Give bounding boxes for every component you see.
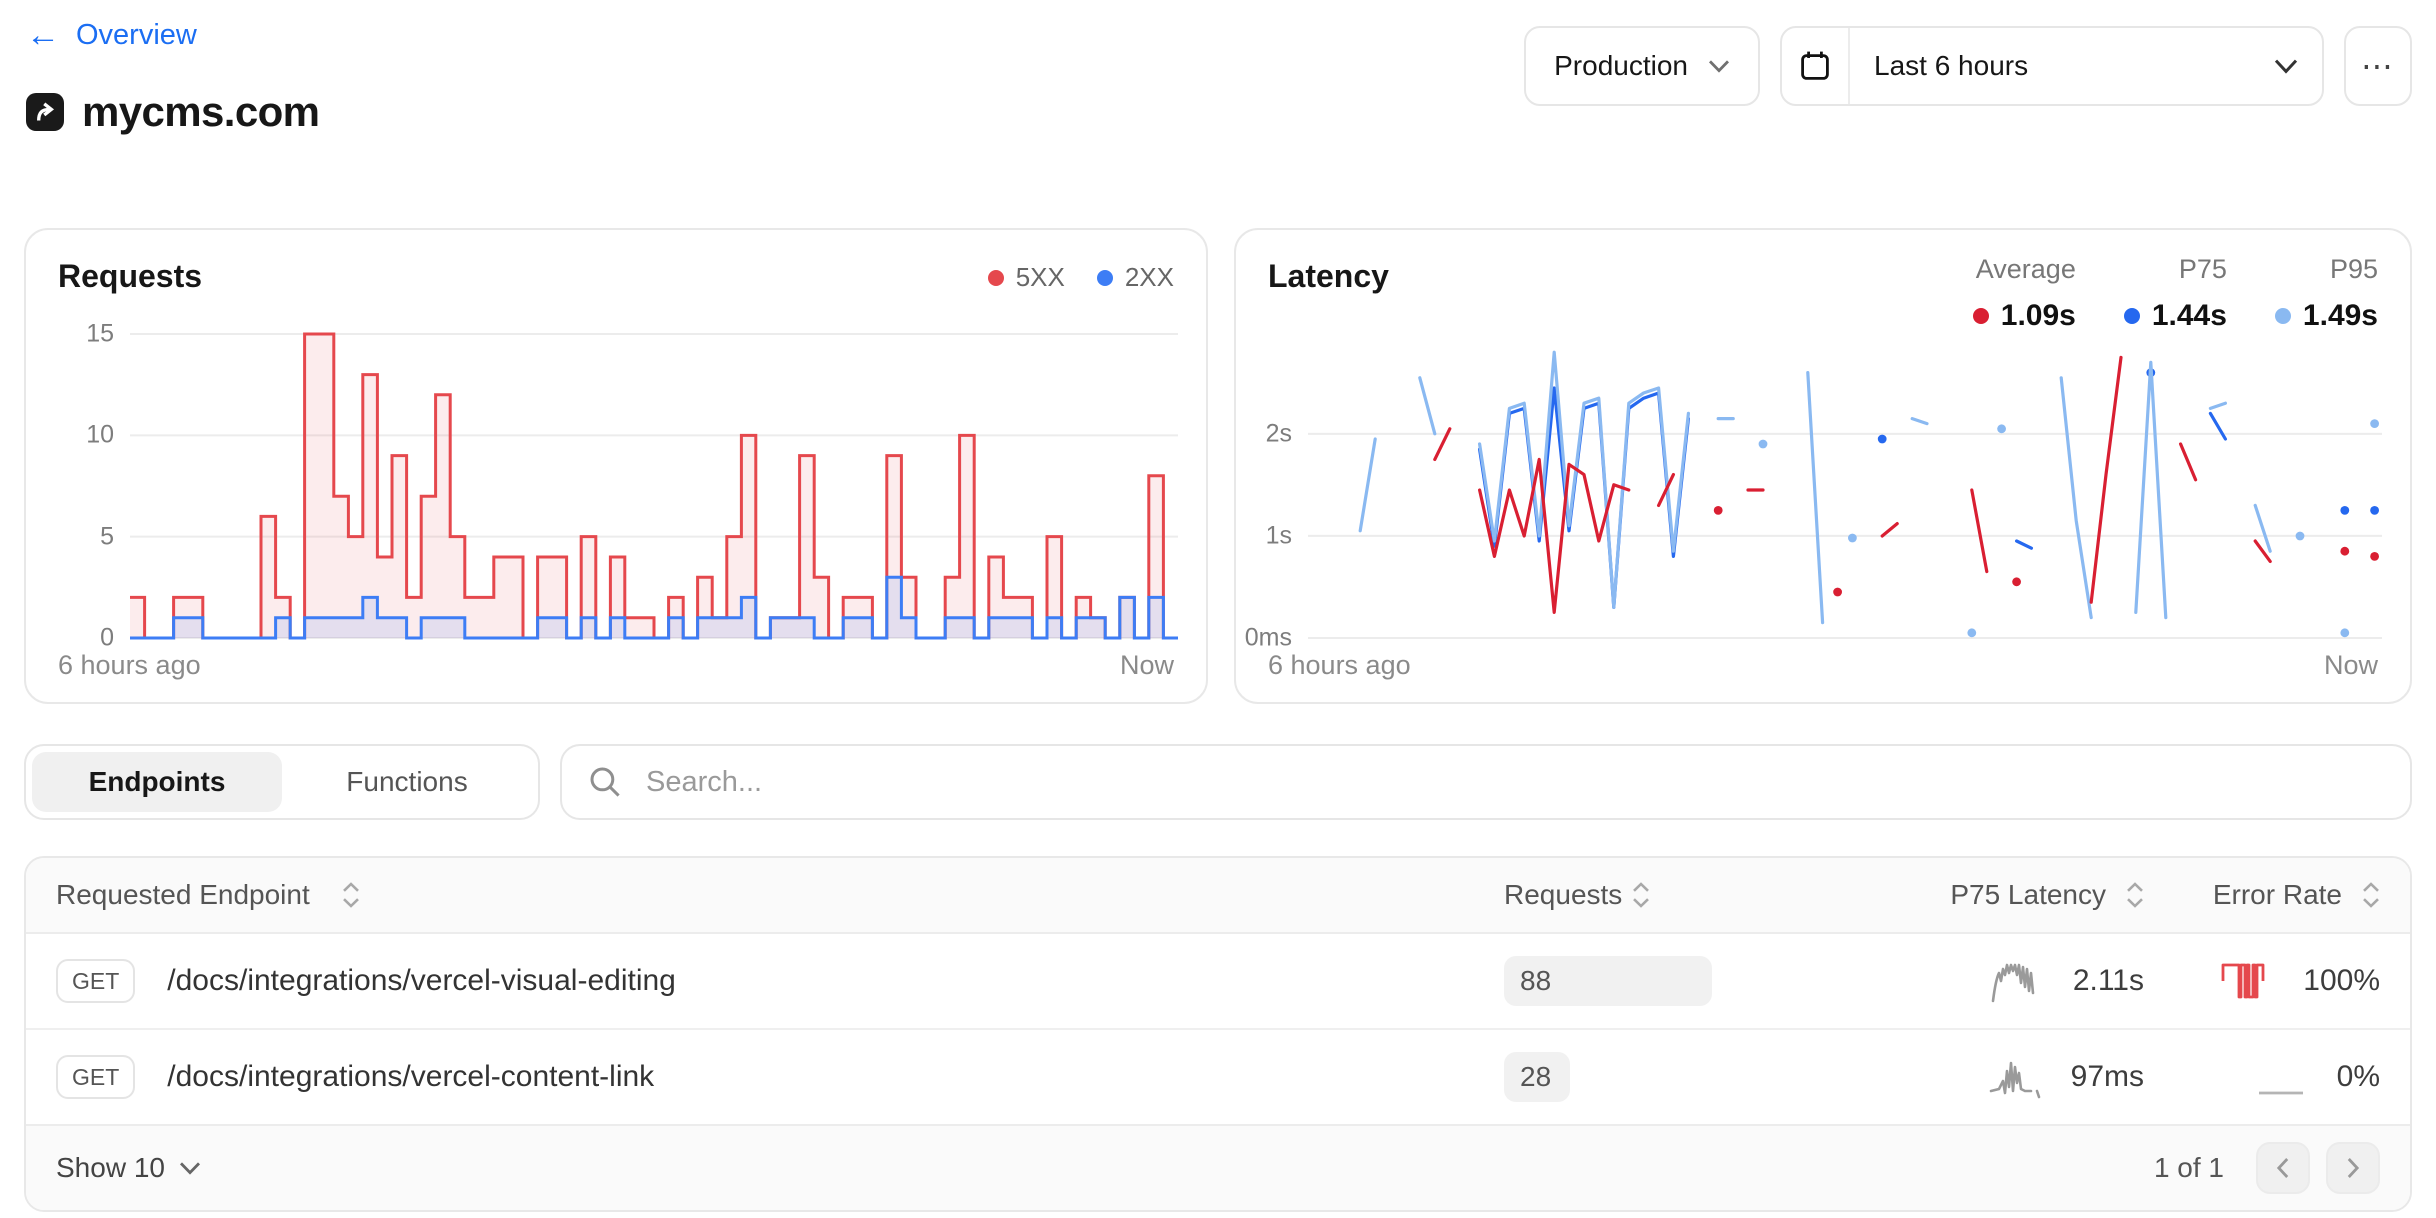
time-range-label: Last 6 hours (1874, 50, 2028, 82)
y-axis-tick-label: 1s (1266, 521, 1308, 550)
legend-dot-icon (988, 270, 1004, 286)
pagination: 1 of 1 (2154, 1142, 2380, 1194)
y-axis-tick-label: 2s (1266, 419, 1308, 448)
arrow-left-icon: ← (26, 18, 60, 52)
requests-x-axis: 6 hours ago Now (58, 650, 1174, 681)
view-tabs: Endpoints Functions (24, 744, 540, 820)
back-link-label: Overview (76, 19, 197, 52)
legend-label: 5XX (1016, 262, 1065, 293)
error-rate-value: 0% (2337, 1060, 2380, 1094)
sort-icon (2126, 882, 2144, 908)
sort-icon (2362, 882, 2380, 908)
requests-count-bar: 88 (1504, 956, 1712, 1006)
environment-label: Production (1554, 50, 1688, 82)
page-title: mycms.com (82, 88, 319, 136)
legend-label: 2XX (1125, 262, 1174, 293)
requests-plot[interactable]: 051015 (130, 326, 1178, 642)
environment-select[interactable]: Production (1524, 26, 1760, 106)
legend-header: Average (1973, 254, 2076, 285)
page-size-select[interactable]: Show 10 (56, 1152, 201, 1184)
x-axis-start-label: 6 hours ago (1268, 650, 1411, 681)
legend-header: P75 (2124, 254, 2227, 285)
column-label: P75 Latency (1950, 879, 2106, 911)
endpoint-path: /docs/integrations/vercel-content-link (167, 1060, 654, 1094)
y-axis-tick-label: 0ms (1245, 624, 1308, 653)
latency-x-axis: 6 hours ago Now (1268, 650, 2378, 681)
search-icon (588, 765, 622, 799)
table-row[interactable]: GET /docs/integrations/vercel-content-li… (26, 1030, 2410, 1124)
legend-item: 5XX (988, 262, 1065, 293)
column-header-error-rate[interactable]: Error Rate (2144, 879, 2380, 911)
back-link[interactable]: ← Overview (26, 18, 197, 52)
legend-dot-icon (2124, 308, 2140, 324)
table-row[interactable]: GET /docs/integrations/vercel-visual-edi… (26, 934, 2410, 1030)
chevron-down-icon (2274, 58, 2298, 74)
legend-item: 2XX (1097, 262, 1174, 293)
legend-dot-icon (2275, 308, 2291, 324)
p75-latency-value: 2.11s (2073, 964, 2144, 998)
chevron-left-icon (2276, 1157, 2290, 1179)
page-title-row: mycms.com (26, 88, 319, 136)
error-rate-value: 100% (2303, 964, 2380, 998)
table-body: GET /docs/integrations/vercel-visual-edi… (26, 934, 2410, 1124)
latency-sparkline (1983, 1053, 2051, 1101)
calendar-icon (1799, 50, 1831, 82)
search-box[interactable] (560, 744, 2412, 820)
error-rate-sparkline (2249, 1053, 2317, 1101)
latency-chart-title: Latency (1268, 258, 1389, 295)
column-label: Requests (1504, 879, 1622, 911)
legend-dot-icon (1097, 270, 1113, 286)
column-header-requests[interactable]: Requests (1504, 879, 1844, 911)
sort-icon (1632, 882, 1650, 908)
search-input[interactable] (642, 764, 2384, 801)
table-footer: Show 10 1 of 1 (26, 1124, 2410, 1210)
time-range-select[interactable]: Last 6 hours (1780, 26, 2324, 106)
latency-sparkline (1985, 957, 2053, 1005)
more-icon: ⋯ (2361, 47, 2395, 85)
chevron-down-icon (179, 1161, 201, 1175)
sort-icon (342, 882, 360, 908)
y-axis-tick-label: 5 (100, 522, 130, 551)
method-badge: GET (56, 959, 135, 1003)
next-page-button[interactable] (2326, 1142, 2380, 1194)
latency-plot[interactable]: 0ms1s2s (1308, 326, 2382, 642)
tab-endpoints[interactable]: Endpoints (32, 752, 282, 812)
x-axis-end-label: Now (1120, 650, 1174, 681)
x-axis-start-label: 6 hours ago (58, 650, 201, 681)
site-favicon-icon (26, 93, 64, 131)
method-badge: GET (56, 1055, 135, 1099)
latency-chart-card: Latency AverageP75P951.09s1.44s1.49s 0ms… (1234, 228, 2412, 704)
column-header-p75-latency[interactable]: P75 Latency (1844, 879, 2144, 911)
chevron-down-icon (1708, 59, 1730, 73)
column-header-endpoint[interactable]: Requested Endpoint (56, 879, 1504, 911)
observability-page: ← Overview mycms.com Production (0, 0, 2436, 1218)
more-options-button[interactable]: ⋯ (2344, 26, 2412, 106)
y-axis-tick-label: 10 (86, 421, 130, 450)
page-indicator: 1 of 1 (2154, 1152, 2224, 1184)
column-label: Requested Endpoint (56, 879, 310, 911)
endpoints-table: Requested Endpoint Requests P75 Latency … (24, 856, 2412, 1212)
tab-functions[interactable]: Functions (282, 752, 532, 812)
latency-legend: AverageP75P951.09s1.44s1.49s (1973, 254, 2378, 333)
calendar-segment[interactable] (1782, 28, 1850, 104)
table-header-row: Requested Endpoint Requests P75 Latency … (26, 858, 2410, 934)
endpoint-path: /docs/integrations/vercel-visual-editing (167, 964, 676, 998)
requests-count-bar: 28 (1504, 1052, 1570, 1102)
requests-chart-card: Requests 5XX2XX 051015 6 hours ago Now (24, 228, 1208, 704)
column-label: Error Rate (2213, 879, 2342, 911)
legend-dot-icon (1973, 308, 1989, 324)
x-axis-end-label: Now (2324, 650, 2378, 681)
previous-page-button[interactable] (2256, 1142, 2310, 1194)
requests-chart-title: Requests (58, 258, 202, 295)
page-size-label: Show 10 (56, 1152, 165, 1184)
requests-legend: 5XX 2XX (988, 262, 1174, 293)
legend-header: P95 (2275, 254, 2378, 285)
p75-latency-value: 97ms (2071, 1060, 2144, 1094)
error-rate-sparkline (2215, 957, 2283, 1005)
header-controls: Production Last 6 hours ⋯ (1524, 26, 2412, 106)
chevron-right-icon (2346, 1157, 2360, 1179)
y-axis-tick-label: 15 (86, 320, 130, 349)
y-axis-tick-label: 0 (100, 624, 130, 653)
